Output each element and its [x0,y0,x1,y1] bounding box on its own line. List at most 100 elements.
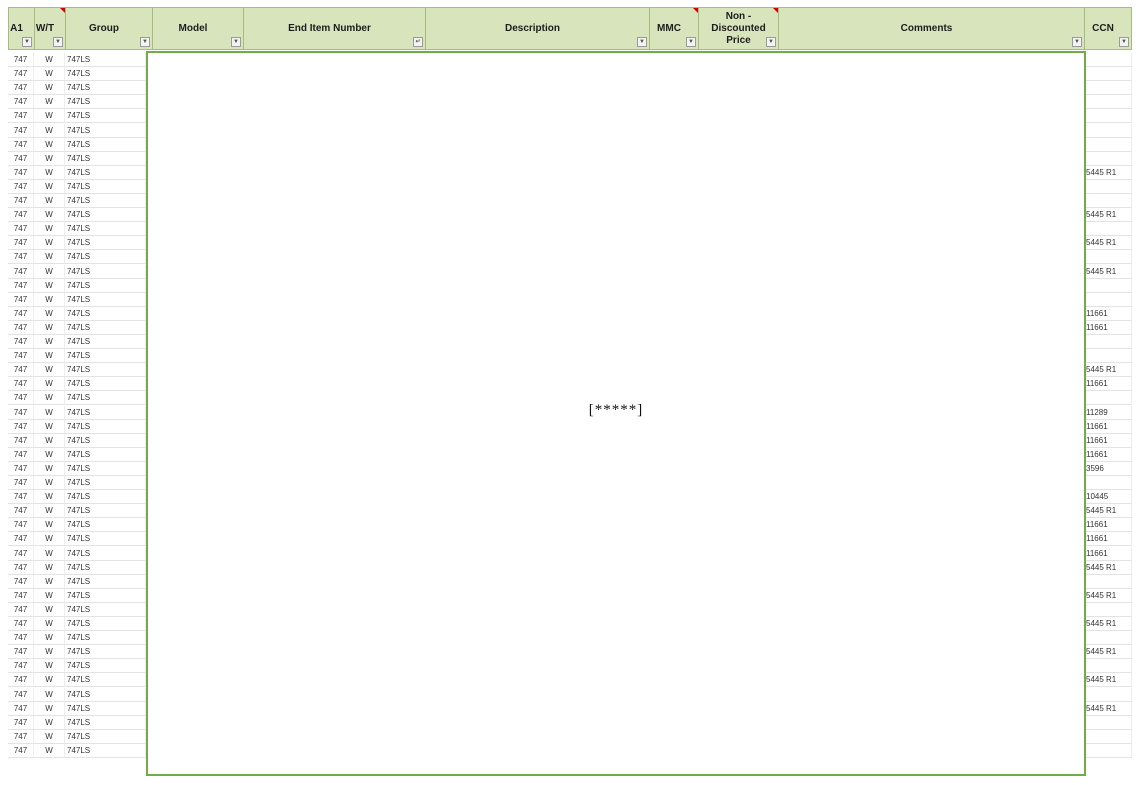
cell-ccn[interactable] [1084,715,1132,730]
cell-wt[interactable]: W [34,335,65,349]
cell-ccn[interactable]: 5445 R1 [1084,673,1132,688]
cell-ccn[interactable] [1084,151,1132,166]
cell-group[interactable]: 747LS [65,377,146,392]
cell-wt[interactable]: W [34,532,65,547]
cell-group[interactable]: 747LS [65,349,146,364]
cell-wt[interactable]: W [34,349,65,364]
cell-a1[interactable]: 747 [8,53,34,67]
cell-ccn[interactable] [1084,292,1132,307]
cell-ccn[interactable]: 11661 [1084,433,1132,448]
cell-wt[interactable]: W [34,53,65,67]
column-header-wt[interactable]: W/T ▼ [34,7,65,50]
cell-a1[interactable]: 747 [8,673,34,688]
cell-a1[interactable]: 747 [8,123,34,138]
cell-ccn[interactable]: 10445 [1084,490,1132,505]
cell-group[interactable]: 747LS [65,532,146,547]
cell-group[interactable]: 747LS [65,701,146,716]
cell-wt[interactable]: W [34,645,65,660]
cell-ccn[interactable]: 11661 [1084,518,1132,533]
cell-group[interactable]: 747LS [65,194,146,208]
cell-group[interactable]: 747LS [65,151,146,166]
cell-wt[interactable]: W [34,743,65,758]
cell-group[interactable]: 747LS [65,631,146,646]
cell-a1[interactable]: 747 [8,95,34,110]
filter-dropdown-icon[interactable]: ▼ [1119,37,1129,47]
filter-dropdown-icon[interactable]: ▼ [53,37,63,47]
filter-dropdown-icon[interactable]: ▼ [766,37,776,47]
cell-a1[interactable]: 747 [8,292,34,307]
cell-wt[interactable]: W [34,306,65,321]
cell-group[interactable]: 747LS [65,729,146,744]
cell-group[interactable]: 747LS [65,645,146,660]
cell-wt[interactable]: W [34,419,65,434]
cell-a1[interactable]: 747 [8,461,34,476]
cell-a1[interactable]: 747 [8,433,34,448]
cell-a1[interactable]: 747 [8,264,34,279]
cell-ccn[interactable] [1084,335,1132,349]
cell-a1[interactable]: 747 [8,391,34,406]
cell-ccn[interactable]: 3596 [1084,461,1132,476]
filter-active-icon[interactable]: ↵ [413,37,423,47]
cell-wt[interactable]: W [34,179,65,194]
cell-group[interactable]: 747LS [65,335,146,349]
cell-ccn[interactable] [1084,687,1132,702]
column-header-non-discounted-price[interactable]: Non - Discounted Price ▼ [698,7,778,50]
cell-ccn[interactable]: 5445 R1 [1084,208,1132,223]
cell-a1[interactable]: 747 [8,617,34,631]
cell-a1[interactable]: 747 [8,419,34,434]
cell-a1[interactable]: 747 [8,504,34,519]
cell-a1[interactable]: 747 [8,194,34,208]
cell-a1[interactable]: 747 [8,67,34,82]
cell-wt[interactable]: W [34,194,65,208]
cell-ccn[interactable] [1084,729,1132,744]
cell-a1[interactable]: 747 [8,645,34,660]
cell-ccn[interactable] [1084,109,1132,124]
cell-ccn[interactable] [1084,53,1132,67]
cell-wt[interactable]: W [34,574,65,589]
cell-ccn[interactable] [1084,95,1132,110]
cell-ccn[interactable] [1084,278,1132,293]
cell-wt[interactable]: W [34,673,65,688]
cell-ccn[interactable] [1084,476,1132,490]
filter-dropdown-icon[interactable]: ▼ [1072,37,1082,47]
column-header-ccn[interactable]: CCN ▼ [1084,7,1132,50]
cell-ccn[interactable]: 5445 R1 [1084,617,1132,631]
column-header-model[interactable]: Model ▼ [152,7,243,50]
cell-group[interactable]: 747LS [65,137,146,152]
column-header-mmc[interactable]: MMC ▼ [649,7,698,50]
cell-group[interactable]: 747LS [65,433,146,448]
cell-ccn[interactable] [1084,137,1132,152]
cell-a1[interactable]: 747 [8,306,34,321]
cell-ccn[interactable] [1084,179,1132,194]
cell-ccn[interactable]: 5445 R1 [1084,165,1132,180]
cell-wt[interactable]: W [34,433,65,448]
column-header-a1[interactable]: A1 ▼ [8,7,34,50]
cell-group[interactable]: 747LS [65,363,146,378]
cell-group[interactable]: 747LS [65,306,146,321]
cell-group[interactable]: 747LS [65,165,146,180]
cell-group[interactable]: 747LS [65,179,146,194]
cell-wt[interactable]: W [34,617,65,631]
cell-a1[interactable]: 747 [8,165,34,180]
cell-wt[interactable]: W [34,447,65,462]
column-header-description[interactable]: Description ▼ [425,7,649,50]
cell-wt[interactable]: W [34,109,65,124]
cell-a1[interactable]: 747 [8,236,34,251]
cell-wt[interactable]: W [34,95,65,110]
cell-wt[interactable]: W [34,701,65,716]
cell-wt[interactable]: W [34,250,65,265]
cell-wt[interactable]: W [34,236,65,251]
cell-wt[interactable]: W [34,208,65,223]
cell-wt[interactable]: W [34,461,65,476]
cell-wt[interactable]: W [34,81,65,96]
cell-group[interactable]: 747LS [65,659,146,674]
cell-group[interactable]: 747LS [65,53,146,67]
cell-group[interactable]: 747LS [65,504,146,519]
cell-ccn[interactable] [1084,222,1132,237]
cell-group[interactable]: 747LS [65,236,146,251]
cell-wt[interactable]: W [34,137,65,152]
cell-group[interactable]: 747LS [65,391,146,406]
cell-a1[interactable]: 747 [8,81,34,96]
cell-group[interactable]: 747LS [65,264,146,279]
cell-group[interactable]: 747LS [65,123,146,138]
